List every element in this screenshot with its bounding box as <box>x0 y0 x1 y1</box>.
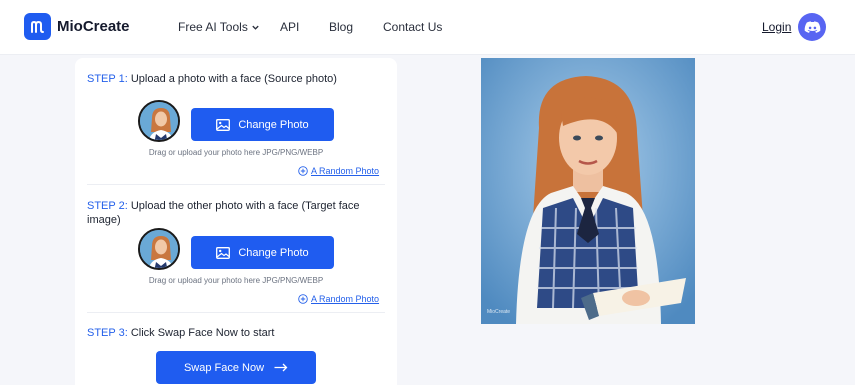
step-2-label: STEP 2: <box>87 200 128 212</box>
miocreate-logo-icon <box>24 13 51 40</box>
chevron-down-icon <box>252 25 259 30</box>
change-target-photo-button[interactable]: Change Photo <box>191 236 334 269</box>
random-target-photo-link[interactable]: A Random Photo <box>298 294 379 304</box>
step-2-title: STEP 2: Upload the other photo with a fa… <box>87 199 360 227</box>
nav-api[interactable]: API <box>280 20 299 34</box>
upload-hint: Drag or upload your photo here JPG/PNG/W… <box>148 148 324 157</box>
step-2-text-line1: Upload the other photo with a face (Targ… <box>130 200 360 212</box>
random-source-photo-link[interactable]: A Random Photo <box>298 166 379 176</box>
swap-face-now-label: Swap Face Now <box>183 361 265 374</box>
step-3-label: STEP 3: <box>87 327 128 339</box>
step-3-text: Click Swap Face Now to start <box>130 327 275 339</box>
step-1-text: Upload a photo with a face (Source photo… <box>130 73 337 85</box>
upload-hint: Drag or upload your photo here JPG/PNG/W… <box>148 276 324 285</box>
change-photo-label: Change Photo <box>238 246 309 259</box>
discord-icon[interactable] <box>798 13 826 41</box>
result-preview-image: MioCreate <box>481 58 695 324</box>
source-photo-thumbnail[interactable] <box>138 100 180 142</box>
divider <box>87 184 385 185</box>
random-photo-label: A Random Photo <box>311 294 380 304</box>
watermark: MioCreate <box>487 309 511 315</box>
nav-free-ai-tools[interactable]: Free AI Tools <box>178 20 260 34</box>
step-1-title: STEP 1: Upload a photo with a face (Sour… <box>87 72 337 86</box>
brand-name: MioCreate <box>57 18 130 35</box>
change-photo-label: Change Photo <box>238 118 309 131</box>
nav-contact-us[interactable]: Contact Us <box>383 20 442 34</box>
nav-blog[interactable]: Blog <box>329 20 353 34</box>
divider <box>87 312 385 313</box>
swap-face-now-button[interactable]: Swap Face Now <box>156 351 316 384</box>
change-source-photo-button[interactable]: Change Photo <box>191 108 334 141</box>
target-photo-thumbnail[interactable] <box>138 228 180 270</box>
step-3-title: STEP 3: Click Swap Face Now to start <box>87 326 274 340</box>
brand-logo[interactable]: MioCreate <box>24 13 130 40</box>
step-2-text-line2: image) <box>87 214 121 226</box>
image-icon <box>216 246 231 259</box>
plus-circle-icon <box>298 166 308 176</box>
image-icon <box>216 118 231 131</box>
top-header: MioCreate Free AI Tools API Blog Contact… <box>0 0 855 55</box>
face-swap-panel: STEP 1: Upload a photo with a face (Sour… <box>75 58 397 385</box>
nav-free-ai-tools-label: Free AI Tools <box>178 20 248 34</box>
login-link[interactable]: Login <box>762 20 791 34</box>
arrow-right-icon <box>274 363 288 372</box>
random-photo-label: A Random Photo <box>311 166 380 176</box>
plus-circle-icon <box>298 294 308 304</box>
step-1-label: STEP 1: <box>87 73 128 85</box>
